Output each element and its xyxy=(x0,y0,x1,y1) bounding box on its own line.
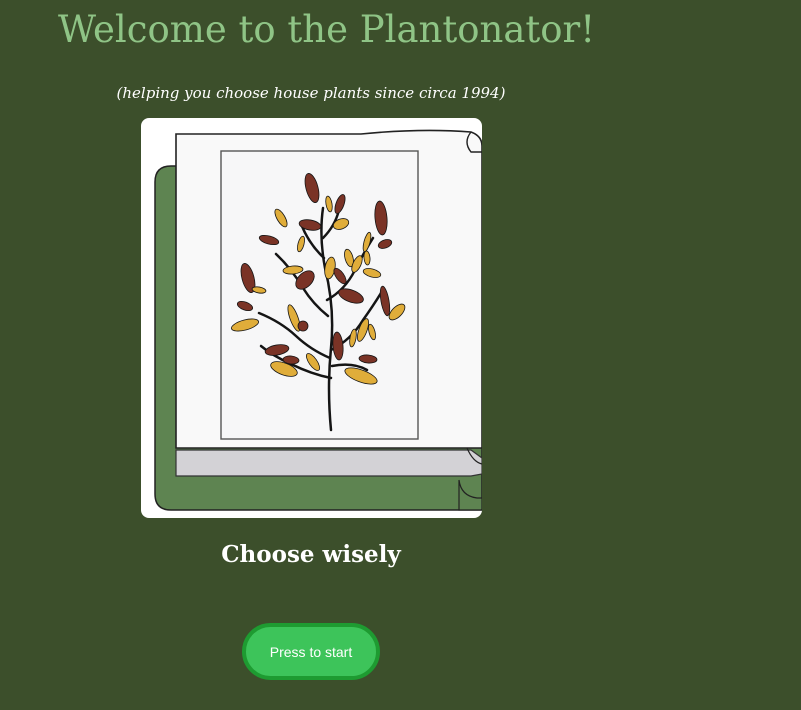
page-title: Welcome to the Plantonator! xyxy=(58,8,596,51)
book-page-edge xyxy=(175,449,482,477)
tagline: Choose wisely xyxy=(221,541,401,568)
hero-image xyxy=(141,118,482,518)
page-subtitle: (helping you choose house plants since c… xyxy=(116,84,506,102)
start-button[interactable]: Press to start xyxy=(242,623,380,680)
picture-frame xyxy=(220,150,419,440)
book-illustration xyxy=(154,129,482,511)
